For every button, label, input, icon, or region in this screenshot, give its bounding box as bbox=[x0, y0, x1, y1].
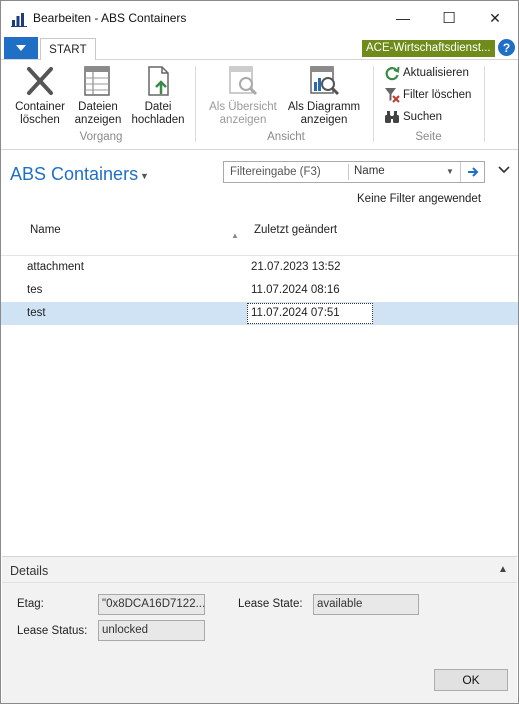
lease-state-field[interactable]: available bbox=[313, 594, 419, 615]
search-button[interactable]: Suchen bbox=[384, 109, 442, 125]
dropdown-arrow-icon bbox=[16, 45, 26, 51]
sort-ascending-icon: ▲ bbox=[231, 231, 239, 240]
container-delete-label: Container löschen bbox=[15, 101, 65, 126]
upload-file-label: Datei hochladen bbox=[131, 101, 185, 126]
maximize-button[interactable]: ☐ bbox=[426, 1, 472, 35]
filter-input[interactable] bbox=[224, 162, 348, 182]
as-chart-label: Als Diagramm anzeigen bbox=[287, 101, 361, 126]
cell-name: attachment bbox=[27, 261, 84, 273]
minimize-icon: — bbox=[396, 10, 410, 26]
refresh-button[interactable]: Aktualisieren bbox=[384, 65, 469, 81]
as-chart-button[interactable]: Als Diagramm anzeigen bbox=[285, 64, 363, 127]
group-label-process: Vorgang bbox=[79, 131, 123, 143]
column-header-modified[interactable]: Zuletzt geändert bbox=[254, 224, 337, 236]
group-label-page: Seite bbox=[415, 131, 442, 143]
help-icon[interactable]: ? bbox=[498, 39, 515, 56]
filter-apply-button[interactable] bbox=[460, 162, 485, 182]
refresh-icon bbox=[385, 66, 400, 81]
file-menu-button[interactable] bbox=[4, 37, 38, 59]
ribbon: Container löschen Dateien anzeigen Datei… bbox=[1, 60, 518, 150]
filter-divider bbox=[348, 164, 349, 180]
filter-field-select[interactable]: Name bbox=[354, 165, 385, 177]
delete-x-icon bbox=[27, 67, 53, 95]
cell-modified-focused[interactable]: 11.07.2024 07:51 bbox=[247, 303, 373, 324]
upload-file-button[interactable]: Datei hochladen bbox=[129, 64, 187, 127]
cell-modified: 21.07.2023 13:52 bbox=[251, 261, 341, 273]
cell-name: tes bbox=[27, 284, 43, 296]
table-row[interactable]: tes 11.07.2024 08:16 bbox=[1, 279, 518, 302]
clear-filter-label: Filter löschen bbox=[403, 89, 472, 101]
binoculars-icon bbox=[385, 111, 399, 123]
title-bar: Bearbeiten - ABS Containers — ☐ ✕ bbox=[1, 1, 518, 35]
no-filter-status: Keine Filter angewendet bbox=[357, 193, 482, 205]
cell-modified: 11.07.2024 08:16 bbox=[251, 284, 340, 296]
etag-label: Etag: bbox=[17, 598, 44, 610]
minimize-button[interactable]: — bbox=[380, 1, 426, 35]
ribbon-tab-row: START ACE-Wirtschaftsdienst... ? bbox=[1, 35, 518, 61]
app-chart-icon bbox=[11, 13, 27, 27]
company-badge[interactable]: ACE-Wirtschaftsdienst... bbox=[362, 40, 495, 57]
clear-filter-button[interactable]: Filter löschen bbox=[384, 87, 471, 103]
refresh-label: Aktualisieren bbox=[403, 67, 469, 79]
close-icon: ✕ bbox=[489, 9, 501, 26]
list-view-icon bbox=[84, 66, 110, 96]
details-title: Details bbox=[10, 564, 49, 578]
as-overview-button[interactable]: Als Übersicht anzeigen bbox=[204, 64, 282, 127]
dialog-window: Bearbeiten - ABS Containers — ☐ ✕ START … bbox=[0, 0, 519, 704]
maximize-icon: ☐ bbox=[442, 10, 456, 27]
show-files-button[interactable]: Dateien anzeigen bbox=[72, 64, 124, 127]
clear-filter-icon bbox=[385, 88, 400, 103]
close-button[interactable]: ✕ bbox=[472, 1, 518, 35]
group-separator bbox=[373, 66, 374, 142]
filter-field-dropdown-icon[interactable]: ▼ bbox=[446, 167, 454, 176]
lease-status-label: Lease Status: bbox=[17, 625, 88, 637]
table-row[interactable]: attachment 21.07.2023 13:52 bbox=[1, 256, 518, 279]
tab-start[interactable]: START bbox=[40, 38, 96, 61]
etag-field[interactable]: "0x8DCA16D7122... bbox=[98, 594, 205, 615]
window-title: Bearbeiten - ABS Containers bbox=[33, 11, 187, 25]
group-label-view: Ansicht bbox=[267, 131, 305, 143]
cell-name: test bbox=[27, 307, 46, 319]
collapse-up-icon[interactable]: ▲ bbox=[498, 564, 508, 575]
lease-state-label: Lease State: bbox=[238, 598, 303, 610]
as-overview-label: Als Übersicht anzeigen bbox=[209, 101, 277, 126]
table-row-selected[interactable]: test 11.07.2024 07:51 bbox=[1, 302, 518, 325]
group-separator bbox=[484, 66, 485, 142]
collapse-chevron-icon[interactable] bbox=[498, 163, 510, 177]
group-separator bbox=[195, 66, 196, 142]
list-search-icon bbox=[229, 66, 258, 96]
container-delete-button[interactable]: Container löschen bbox=[11, 64, 69, 127]
chart-search-icon bbox=[310, 66, 340, 96]
column-header-name[interactable]: Name bbox=[30, 224, 61, 236]
file-upload-icon bbox=[148, 66, 169, 96]
ok-button[interactable]: OK bbox=[434, 669, 508, 691]
title-dropdown-icon[interactable]: ▼ bbox=[140, 171, 149, 181]
search-label: Suchen bbox=[403, 111, 443, 123]
page-title[interactable]: ABS Containers bbox=[10, 164, 138, 185]
lease-status-field[interactable]: unlocked bbox=[98, 620, 205, 641]
show-files-label: Dateien anzeigen bbox=[74, 101, 122, 126]
details-header[interactable]: Details ▲ bbox=[2, 556, 517, 583]
filter-bar: Name ▼ bbox=[223, 161, 485, 183]
arrow-right-icon bbox=[468, 167, 479, 177]
